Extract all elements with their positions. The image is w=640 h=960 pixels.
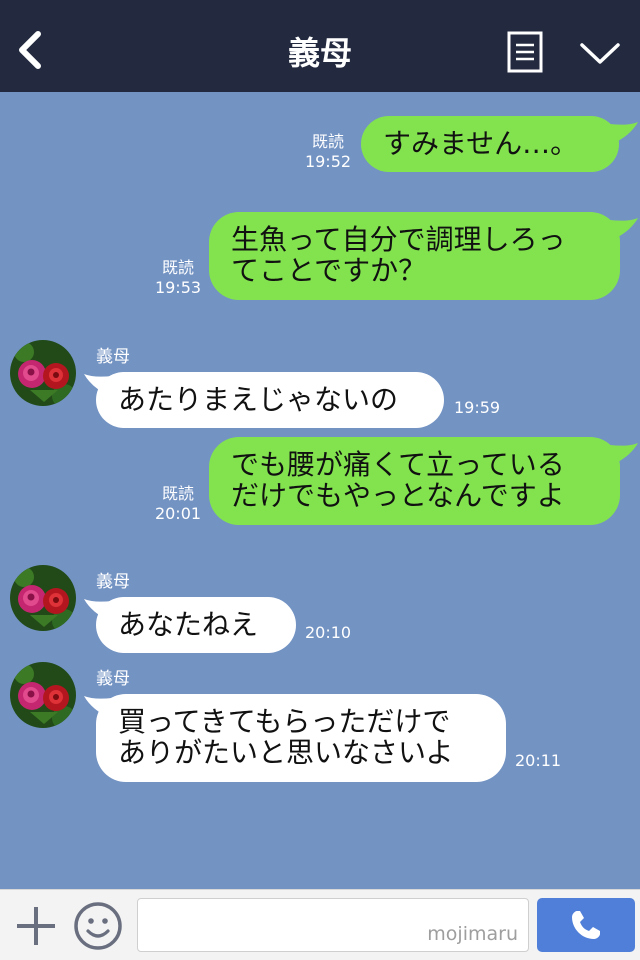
avatar[interactable] xyxy=(10,662,76,728)
message-bubble-outgoing[interactable]: でも腰が痛くて立っている だけでもやっとなんですよ xyxy=(209,437,620,525)
chat-header: 義母 xyxy=(0,0,640,92)
message-bubble-outgoing[interactable]: 生魚って自分で調理しろっ てことですか？ xyxy=(209,212,620,300)
rose-avatar-image xyxy=(10,340,76,406)
message-bubble-incoming[interactable]: あなたねえ xyxy=(96,597,296,653)
message-bubble-incoming[interactable]: あたりまえじゃないの xyxy=(96,372,444,428)
read-receipt: 既読 20:01 xyxy=(154,484,202,523)
avatar[interactable] xyxy=(10,340,76,406)
message-time: 20:10 xyxy=(305,623,352,642)
sender-name: 義母 xyxy=(96,669,130,689)
sender-name: 義母 xyxy=(96,347,130,367)
phone-icon xyxy=(572,911,600,939)
message-bubble-outgoing[interactable]: すみません…。 xyxy=(361,116,619,172)
bubble-tail xyxy=(610,218,638,240)
message-input[interactable]: mojimaru xyxy=(137,898,529,952)
message-composer: mojimaru xyxy=(0,889,640,960)
message-bubble-incoming[interactable]: 買ってきてもらっただけで ありがたいと思いなさいよ xyxy=(96,694,506,782)
rose-avatar-image xyxy=(10,662,76,728)
plus-icon[interactable] xyxy=(14,904,58,948)
sender-name: 義母 xyxy=(96,572,130,592)
chat-title: 義母 xyxy=(287,34,352,72)
message-time: 19:59 xyxy=(454,398,501,417)
emoji-icon[interactable] xyxy=(73,901,123,951)
message-time: 20:11 xyxy=(515,751,562,770)
menu-icon[interactable] xyxy=(507,31,543,73)
watermark: mojimaru xyxy=(427,923,518,945)
bubble-tail xyxy=(610,122,638,144)
chevron-down-icon[interactable] xyxy=(578,38,622,68)
rose-avatar-image xyxy=(10,565,76,631)
read-receipt: 既読 19:52 xyxy=(304,132,352,171)
chat-area[interactable]: 既読 19:52 すみません…。 既読 19:53 生魚って自分で調理しろっ て… xyxy=(0,92,640,889)
read-receipt: 既読 19:53 xyxy=(154,258,202,297)
avatar[interactable] xyxy=(10,565,76,631)
call-button[interactable] xyxy=(537,898,635,952)
bubble-tail xyxy=(610,443,638,465)
